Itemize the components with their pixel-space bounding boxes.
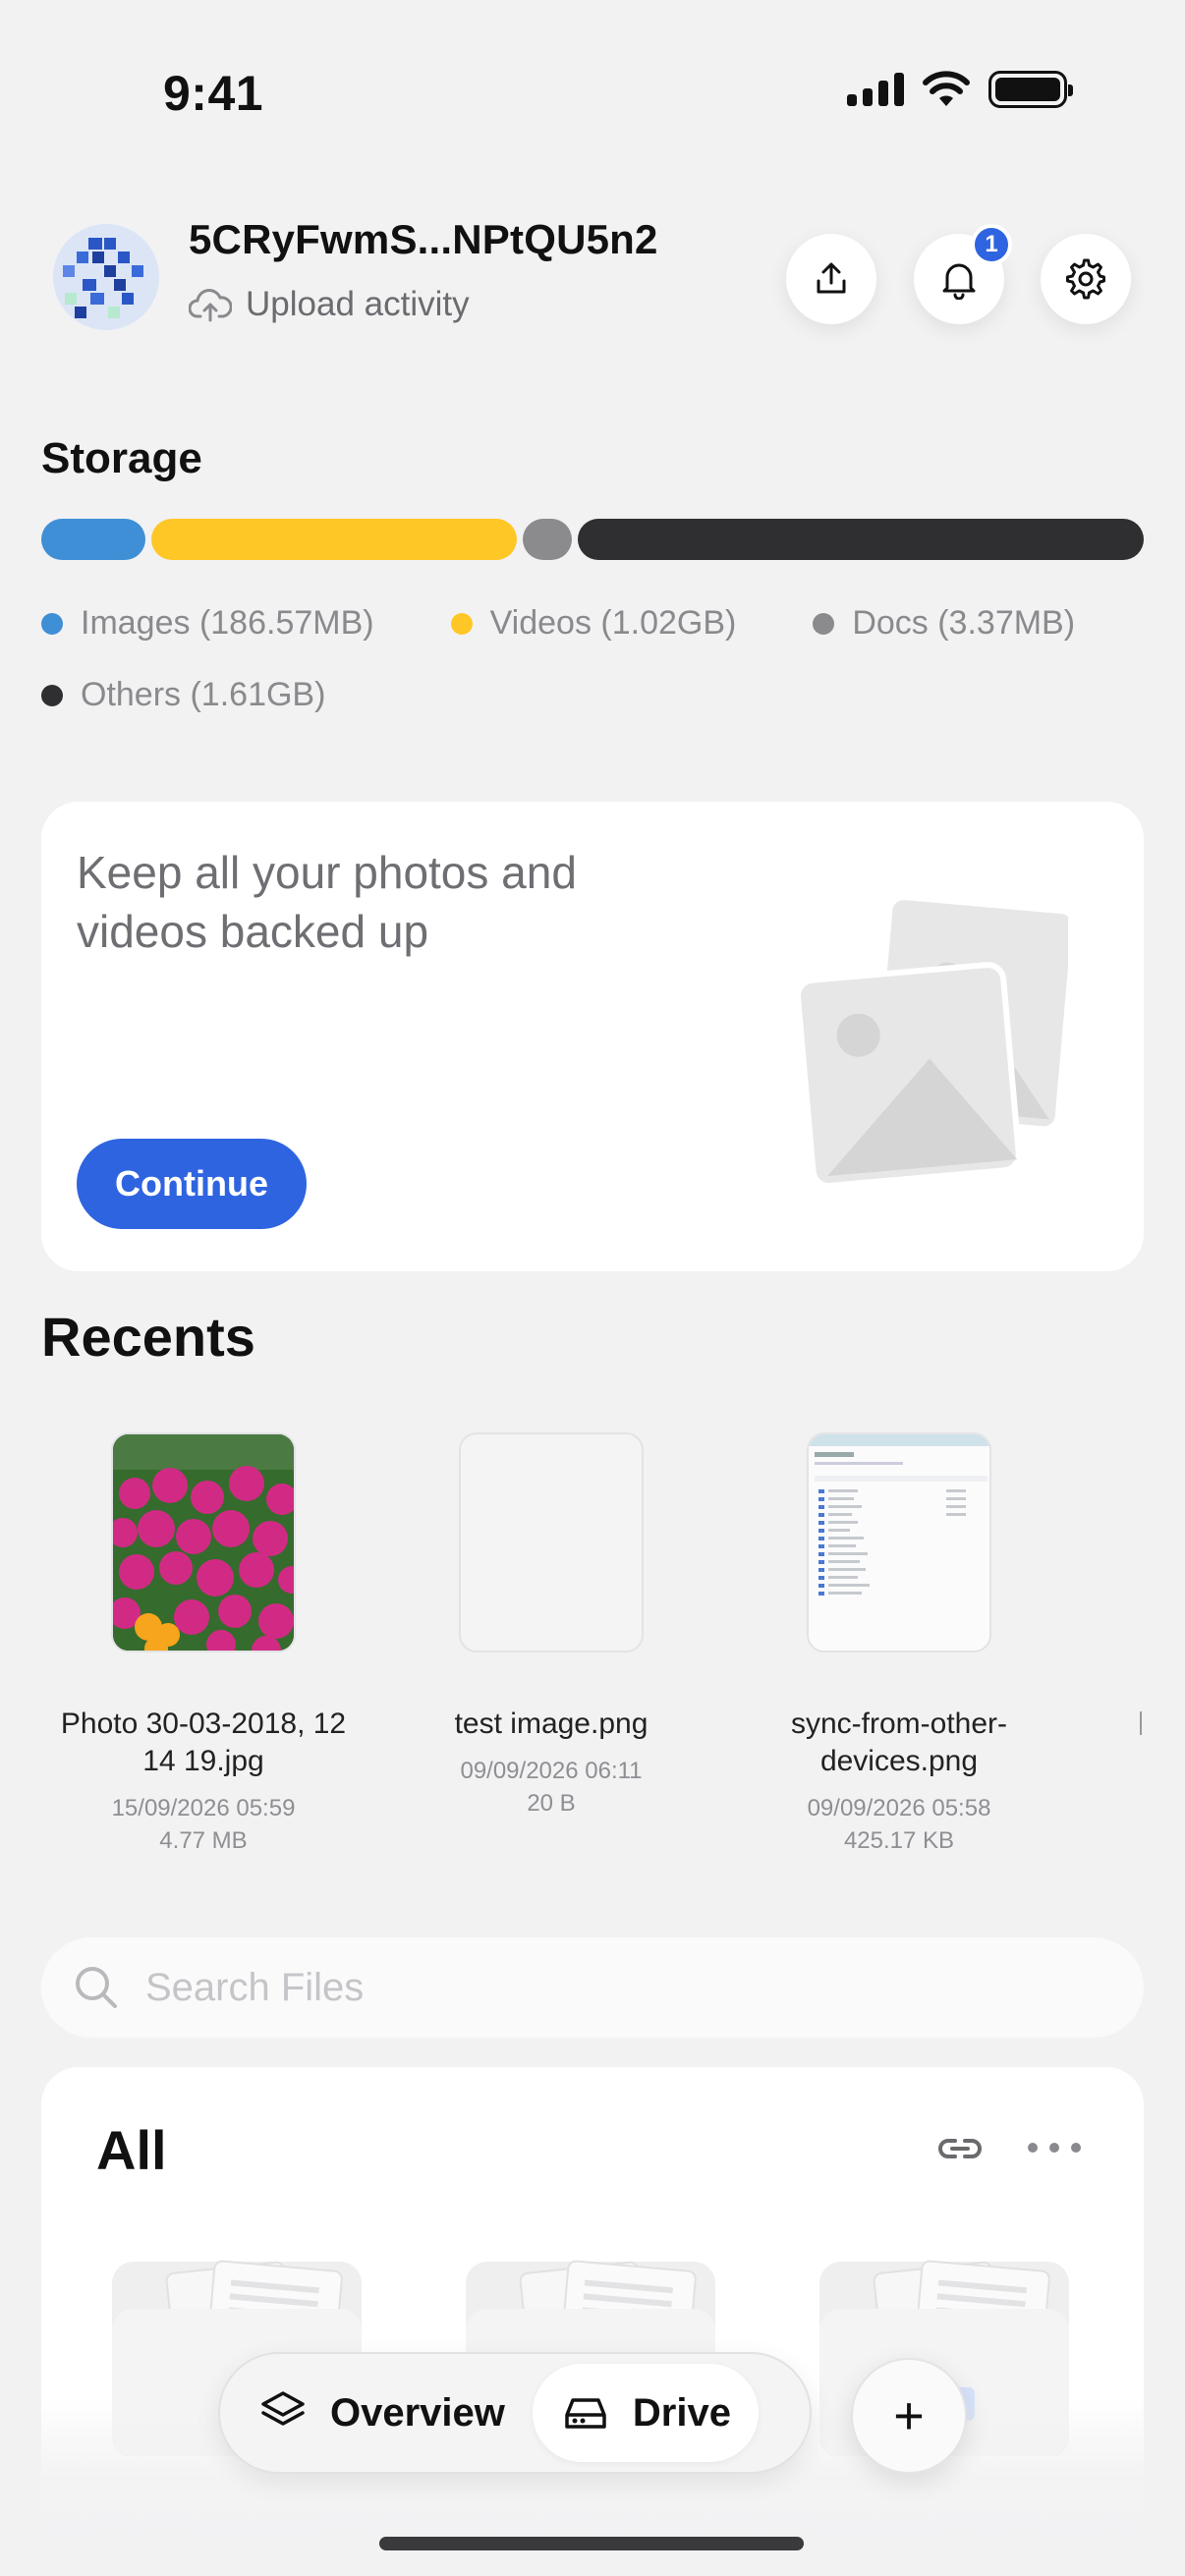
file-size: 4.77 MB	[159, 1827, 248, 1854]
file-date: 15/09/2026 05:59	[111, 1795, 296, 1821]
home-indicator	[379, 2537, 804, 2550]
storage-segment	[523, 519, 572, 560]
wifi-icon	[923, 71, 970, 106]
settings-button[interactable]	[1041, 234, 1131, 324]
backup-text: Keep all your photos and videos backed u…	[77, 847, 577, 957]
recent-file-item[interactable]: Photo 30-03-2018, 12 14 19.jpg 15/09/202…	[41, 1432, 366, 1857]
link-icon[interactable]	[935, 2124, 985, 2173]
recent-file-item[interactable]: sync-from-other-devices.png 09/09/2026 0…	[737, 1432, 1061, 1857]
legend-dot-icon	[450, 612, 473, 635]
file-date: 09/09/2026 05:58	[807, 1795, 991, 1821]
legend-dot-icon	[41, 612, 63, 635]
storage-legend-item: Images (186.57MB)	[41, 604, 374, 643]
add-button[interactable]: +	[851, 2358, 967, 2474]
file-thumbnail	[807, 1432, 991, 1652]
bottom-nav: Overview Drive	[218, 2352, 812, 2474]
status-icons	[847, 71, 1073, 108]
backup-card: Keep all your photos and videos backed u…	[41, 802, 1144, 1271]
file-name: Photo 30-03-2018, 12 14 19.jpg	[60, 1708, 347, 1777]
file-name: test image.png	[454, 1708, 649, 1740]
avatar[interactable]	[53, 224, 159, 330]
upload-button[interactable]	[786, 234, 876, 324]
legend-dot-icon	[41, 684, 63, 706]
file-size: 425.17 KB	[843, 1827, 955, 1854]
search-bar[interactable]	[41, 1937, 1144, 2038]
more-icon[interactable]	[1024, 2128, 1085, 2167]
battery-icon	[988, 71, 1073, 108]
continue-button[interactable]: Continue	[77, 1139, 307, 1229]
notifications-button[interactable]: 1	[914, 224, 1012, 324]
file-size: 20 B	[527, 1790, 576, 1817]
upload-icon	[817, 262, 846, 294]
nav-drive[interactable]: Drive	[532, 2364, 759, 2462]
storage-legend-label: Images (186.57MB)	[81, 604, 374, 642]
storage-title: Storage	[41, 434, 202, 482]
photos-illustration	[794, 895, 1068, 1189]
upload-activity-link[interactable]: Upload activity	[189, 285, 470, 324]
cloud-upload-icon	[189, 289, 232, 322]
status-time: 9:41	[163, 66, 264, 121]
layers-icon	[261, 2391, 305, 2426]
storage-legend-label: Docs (3.37MB)	[852, 604, 1076, 642]
storage-legend-label: Videos (1.02GB)	[489, 604, 737, 642]
bell-icon	[942, 263, 976, 300]
storage-segment	[151, 519, 517, 560]
storage-legend-label: Others (1.61GB)	[81, 676, 326, 713]
recent-file-item[interactable]: test image.png 09/09/2026 06:11 20 B	[389, 1432, 713, 1820]
legend-dot-icon	[813, 612, 835, 635]
storage-segment	[578, 519, 1144, 560]
search-icon	[76, 1967, 117, 2008]
upload-activity-label: Upload activity	[246, 285, 470, 323]
storage-bar	[41, 519, 1144, 560]
file-name: sync-from-other-devices.png	[790, 1708, 1008, 1777]
file-thumbnail	[459, 1432, 644, 1652]
recents-title: Recents	[41, 1306, 255, 1368]
search-input[interactable]	[145, 1965, 1030, 2010]
signal-icon	[847, 73, 904, 106]
nav-drive-label: Drive	[632, 2390, 731, 2435]
notification-badge: 1	[971, 224, 1012, 265]
all-title: All	[96, 2119, 167, 2181]
storage-legend: Images (186.57MB) Videos (1.02GB) Docs (3.…	[41, 604, 1161, 714]
storage-legend-item: Videos (1.02GB)	[450, 604, 737, 643]
scroll-edge-indicator	[1140, 1711, 1142, 1735]
storage-legend-item: Docs (3.37MB)	[813, 604, 1075, 643]
account-id: 5CRyFwmS...NPtQU5n2	[189, 216, 658, 262]
file-thumbnail	[111, 1432, 296, 1652]
storage-segment	[41, 519, 145, 560]
file-date: 09/09/2026 06:11	[460, 1758, 643, 1784]
nav-overview-label: Overview	[330, 2390, 505, 2435]
gear-icon	[1066, 258, 1105, 300]
storage-legend-item: Others (1.61GB)	[41, 676, 325, 714]
nav-overview[interactable]: Overview	[230, 2364, 533, 2462]
drive-icon	[565, 2398, 606, 2429]
